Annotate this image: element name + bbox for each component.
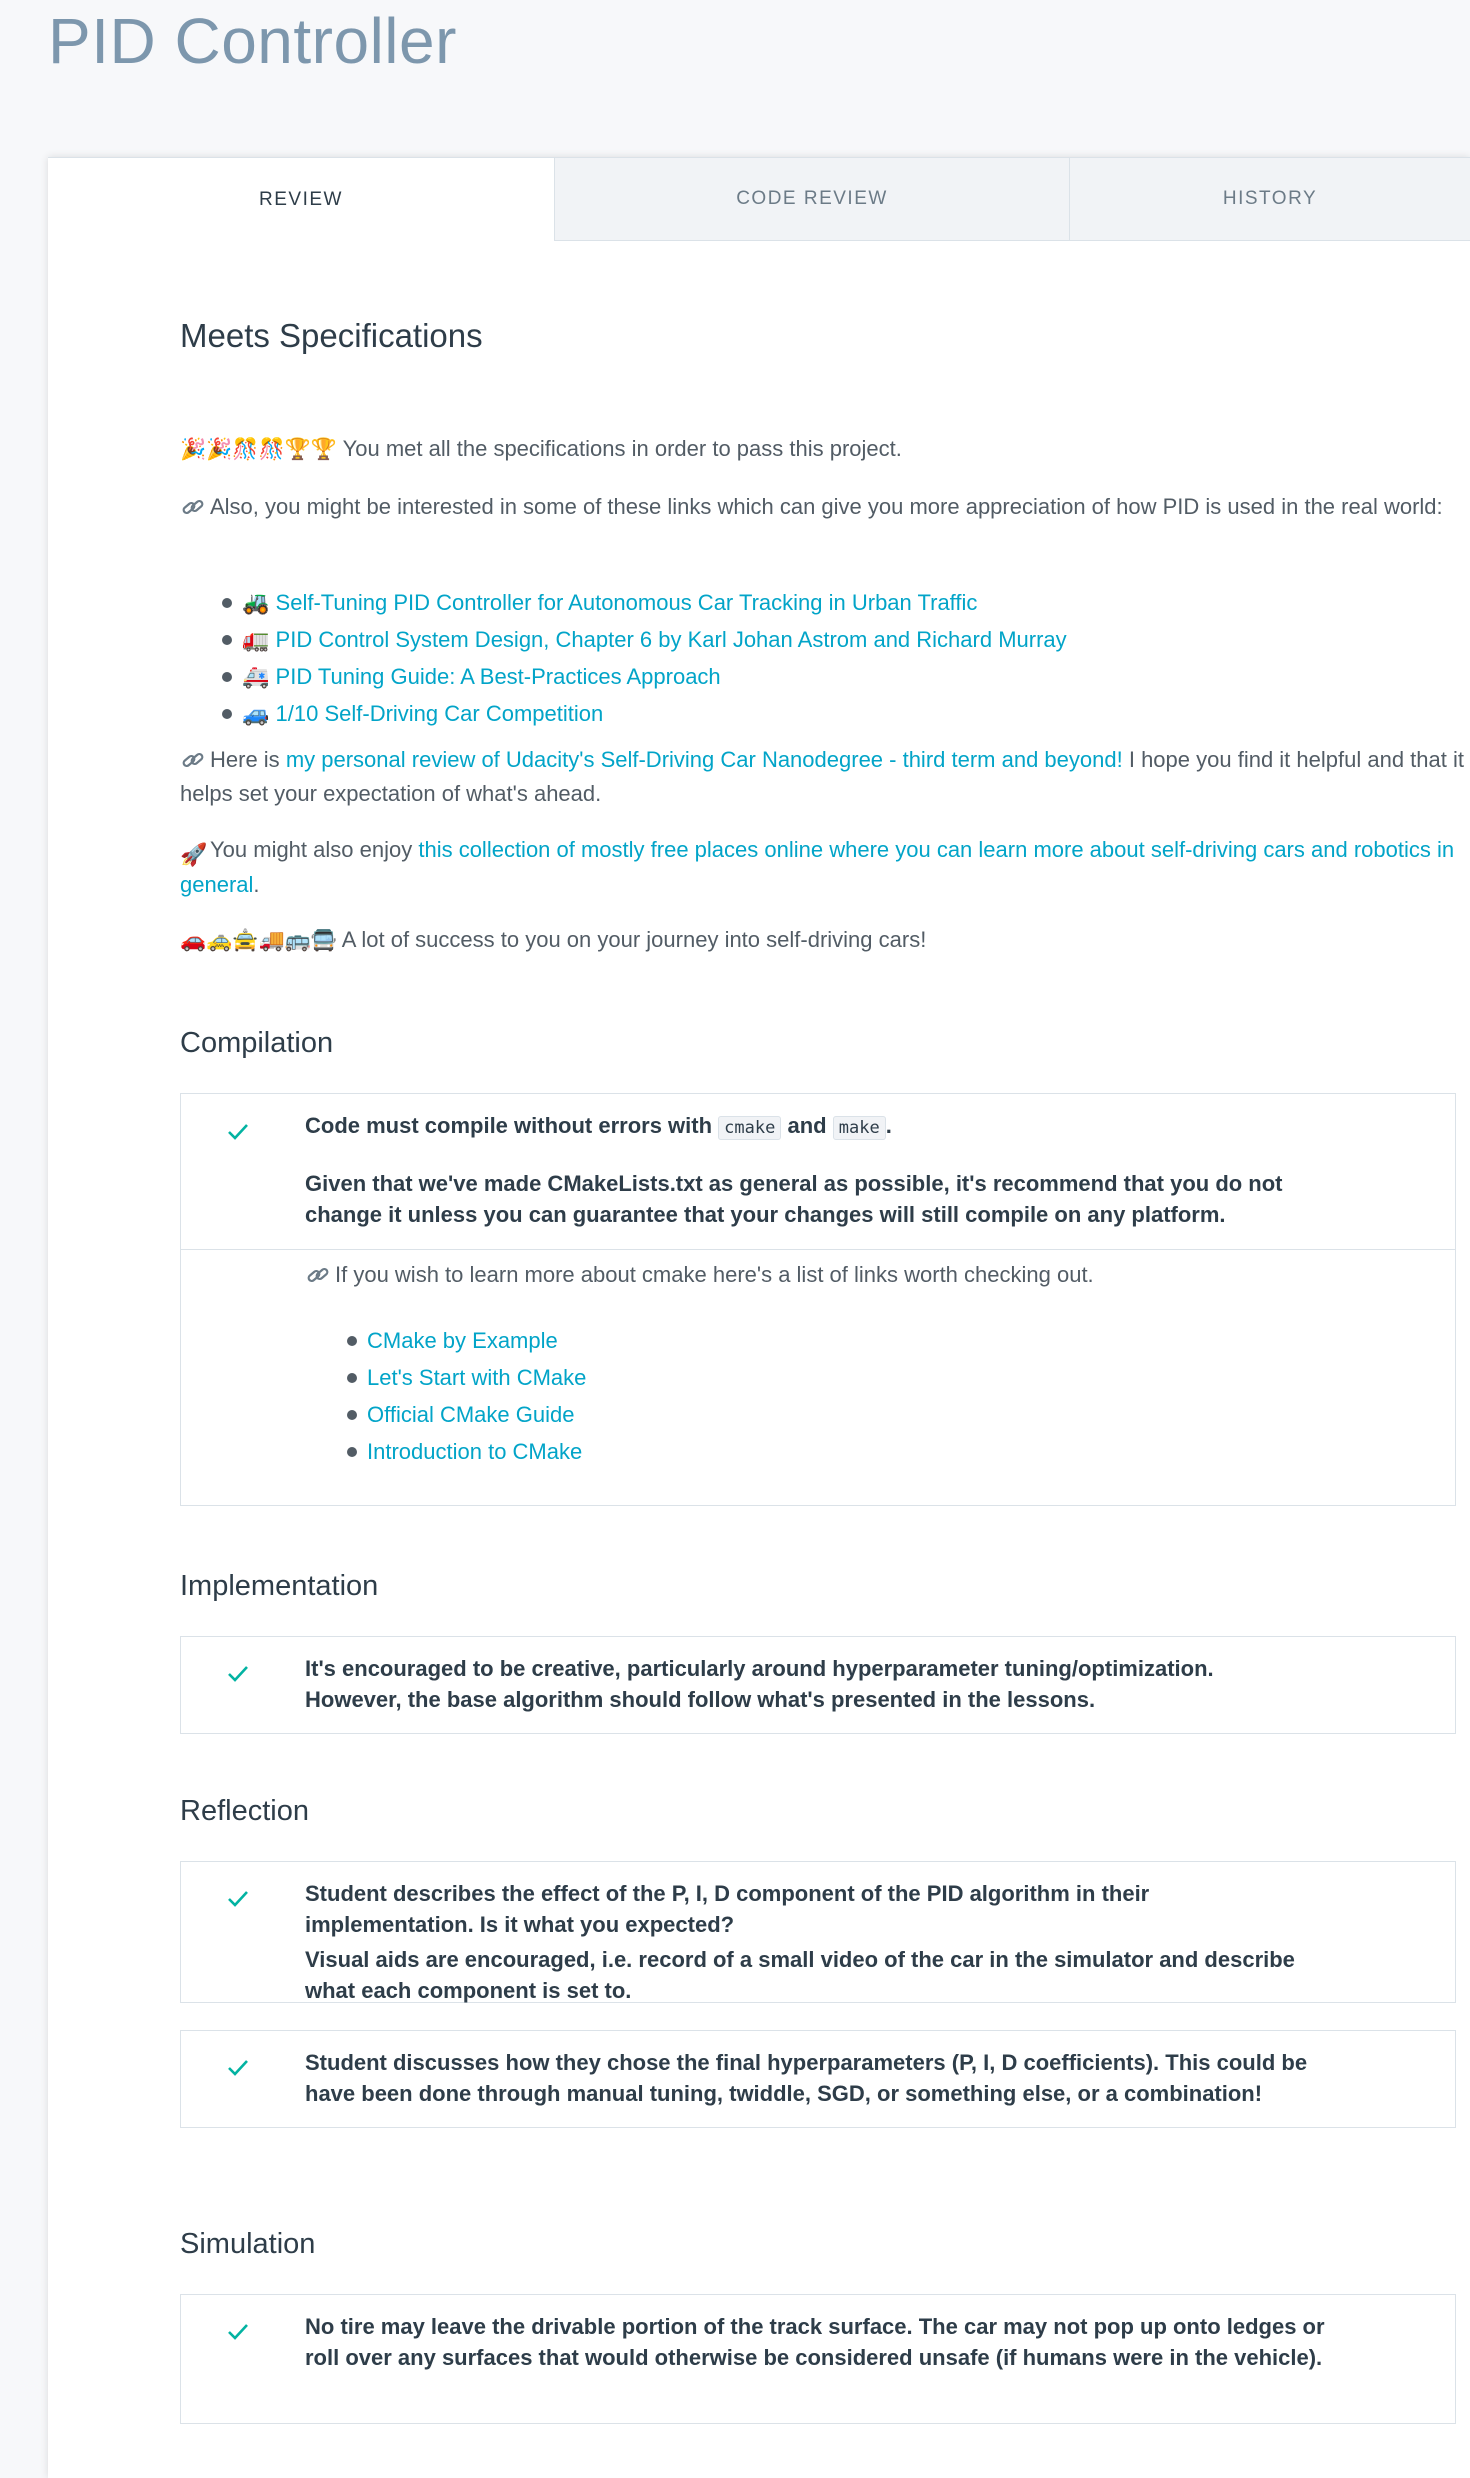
cmake-links-list: CMake by Example Let's Start with CMake … <box>345 1322 586 1470</box>
criterion-box-compilation: Code must compile without errors with cm… <box>180 1093 1456 1506</box>
summary-heading: Meets Specifications <box>180 317 483 354</box>
pid-link[interactable]: PID Control System Design, Chapter 6 by … <box>276 627 1067 652</box>
page-title: PID Controller <box>48 5 457 77</box>
outro-line: 🚗🚕🚖🚚🚌🚍 A lot of success to you on your j… <box>180 923 1470 958</box>
pid-link[interactable]: PID Tuning Guide: A Best-Practices Appro… <box>276 664 721 689</box>
section-title-compilation: Compilation <box>180 1027 334 1059</box>
pid-links-list: 🚜 Self-Tuning PID Controller for Autonom… <box>220 584 1067 732</box>
outro-text: A lot of success to you on your journey … <box>341 927 927 952</box>
suv-icon: 🚙 <box>242 701 270 726</box>
tractor-icon: 🚜 <box>242 590 270 615</box>
criterion-row: No tire may leave the drivable portion o… <box>181 2295 1455 2423</box>
list-item: 🚛 PID Control System Design, Chapter 6 b… <box>220 621 1067 658</box>
cmake-link[interactable]: Introduction to CMake <box>367 1439 582 1464</box>
criterion-box-implementation: It's encouraged to be creative, particul… <box>180 1636 1456 1734</box>
criterion-row: Student discusses how they chose the fin… <box>181 2031 1455 2127</box>
code-make: make <box>832 1116 886 1140</box>
tab-code-review[interactable]: CODE REVIEW <box>554 158 1069 241</box>
truck-icon: 🚛 <box>242 627 270 652</box>
intro-text: You met all the specifications in order … <box>342 436 902 461</box>
section-title-simulation: Simulation <box>180 2228 316 2260</box>
intro-line: 🎉🎉🎊🎊🏆🏆 You met all the specifications in… <box>180 432 1470 467</box>
checkmark-icon <box>228 1666 248 1682</box>
criterion-box-reflection-2: Student discusses how they chose the fin… <box>180 2030 1456 2128</box>
vehicle-emojis: 🚗🚕🚖🚚🚌🚍 <box>180 929 337 952</box>
criterion-row: Code must compile without errors with cm… <box>181 1094 1455 1249</box>
tab-history[interactable]: HISTORY <box>1069 158 1470 241</box>
review-card: REVIEW CODE REVIEW HISTORY Meets Specifi… <box>48 157 1470 2478</box>
criterion-row: It's encouraged to be creative, particul… <box>181 1637 1455 1733</box>
tab-bar: REVIEW CODE REVIEW HISTORY <box>48 158 1470 241</box>
list-item: 🚙 1/10 Self-Driving Car Competition <box>220 695 1067 732</box>
list-item: 🚑 PID Tuning Guide: A Best-Practices App… <box>220 658 1067 695</box>
criterion-part: . <box>885 1113 892 1138</box>
criterion-text: Student describes the effect of the P, I… <box>305 1881 1150 1937</box>
criterion-text: No tire may leave the drivable portion o… <box>305 2314 1325 2370</box>
links-intro: Also, you might be interested in some of… <box>180 490 1470 524</box>
link-icon <box>180 495 206 521</box>
pid-link[interactable]: 1/10 Self-Driving Car Competition <box>276 701 604 726</box>
enjoy-prefix: You might also enjoy <box>210 837 413 862</box>
criterion-part: Code must compile without errors with <box>305 1113 713 1138</box>
checkmark-icon <box>228 1124 248 1140</box>
review-prefix: Here is <box>210 747 280 772</box>
reviewer-comment-row: If you wish to learn more about cmake he… <box>181 1249 1455 1505</box>
list-item: CMake by Example <box>345 1322 586 1359</box>
criterion-text: Code must compile without errors with cm… <box>305 1110 1305 1144</box>
enjoy-paragraph: 🚀 You might also enjoy this collection of… <box>180 833 1470 902</box>
enjoy-suffix: . <box>253 872 260 897</box>
criterion-detail: Given that we've made CMakeLists.txt as … <box>305 1171 1283 1227</box>
cmake-link[interactable]: CMake by Example <box>367 1328 558 1353</box>
list-item: 🚜 Self-Tuning PID Controller for Autonom… <box>220 584 1067 621</box>
criterion-box-simulation: No tire may leave the drivable portion o… <box>180 2294 1456 2424</box>
tab-review[interactable]: REVIEW <box>48 158 554 241</box>
celebration-emojis: 🎉🎉🎊🎊🏆🏆 <box>180 438 337 461</box>
section-title-implementation: Implementation <box>180 1570 379 1602</box>
list-item: Let's Start with CMake <box>345 1359 586 1396</box>
list-item: Introduction to CMake <box>345 1433 586 1470</box>
criterion-detail: Visual aids are encouraged, i.e. record … <box>305 1947 1295 2003</box>
checkmark-icon <box>228 1891 248 1907</box>
criterion-row: Student describes the effect of the P, I… <box>181 1862 1455 2003</box>
comment-intro: If you wish to learn more about cmake he… <box>305 1258 1405 1292</box>
checkmark-icon <box>228 2324 248 2340</box>
criterion-text: Student discusses how they chose the fin… <box>305 2050 1308 2106</box>
cmake-link[interactable]: Official CMake Guide <box>367 1402 574 1427</box>
cmake-link[interactable]: Let's Start with CMake <box>367 1365 586 1390</box>
links-intro-text: Also, you might be interested in some of… <box>210 494 1443 519</box>
link-icon <box>180 748 206 774</box>
review-paragraph: Here is my personal review of Udacity's … <box>180 743 1470 811</box>
rocket-icon: 🚀 <box>180 842 208 867</box>
personal-review-link[interactable]: my personal review of Udacity's Self-Dri… <box>286 747 1123 772</box>
comment-intro-text: If you wish to learn more about cmake he… <box>335 1262 1094 1287</box>
criterion-text: It's encouraged to be creative, particul… <box>305 1656 1214 1712</box>
code-cmake: cmake <box>718 1116 782 1140</box>
criterion-box-reflection-1: Student describes the effect of the P, I… <box>180 1861 1456 2003</box>
checkmark-icon <box>228 2060 248 2076</box>
criterion-part: and <box>787 1113 827 1138</box>
section-title-reflection: Reflection <box>180 1795 309 1827</box>
link-icon <box>305 1263 331 1289</box>
pid-link[interactable]: Self-Tuning PID Controller for Autonomou… <box>276 590 978 615</box>
ambulance-icon: 🚑 <box>242 664 270 689</box>
list-item: Official CMake Guide <box>345 1396 586 1433</box>
